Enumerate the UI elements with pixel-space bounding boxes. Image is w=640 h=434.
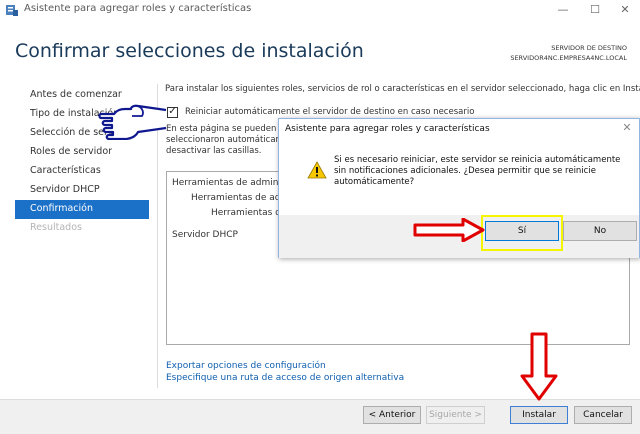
wizard-nav: Antes de comenzar Tipo de instalación Se… bbox=[15, 86, 149, 238]
info-text: En esta página se pueden m seleccionaron… bbox=[166, 124, 286, 157]
dialog-close-button[interactable]: ✕ bbox=[619, 121, 635, 135]
close-window-button[interactable]: ✕ bbox=[610, 0, 640, 20]
nav-divider bbox=[157, 84, 158, 388]
window-title: Asistente para agregar roles y caracterí… bbox=[24, 3, 252, 14]
alternate-source-link[interactable]: Especifique una ruta de acceso de origen… bbox=[166, 373, 404, 383]
destination-server: SERVIDOR4NC.EMPRESA4NC.LOCAL bbox=[510, 54, 627, 62]
list-item: Servidor DHCP bbox=[172, 230, 238, 240]
nav-item-before-you-begin[interactable]: Antes de comenzar bbox=[15, 86, 149, 105]
list-item: Herramientas de admi bbox=[191, 193, 292, 203]
info-line: En esta página se pueden m bbox=[166, 124, 286, 134]
minimize-button[interactable]: — bbox=[548, 0, 578, 20]
server-manager-icon bbox=[6, 5, 18, 16]
dialog-title: Asistente para agregar roles y caracterí… bbox=[285, 124, 490, 134]
maximize-button[interactable]: ☐ bbox=[580, 0, 610, 20]
page-title: Confirmar selecciones de instalación bbox=[15, 40, 364, 62]
list-item: Herramientas de administ bbox=[172, 178, 290, 188]
nav-item-confirmation[interactable]: Confirmación bbox=[15, 200, 149, 219]
restart-checkbox-label[interactable]: Reiniciar automáticamente el servidor de… bbox=[185, 107, 474, 117]
export-config-link[interactable]: Exportar opciones de configuración bbox=[166, 361, 326, 371]
info-line: seleccionaron automáticame bbox=[166, 135, 286, 145]
nav-item-server-selection[interactable]: Selección de servidor bbox=[15, 124, 149, 143]
destination-server-info: SERVIDOR DE DESTINO SERVIDOR4NC.EMPRESA4… bbox=[510, 43, 627, 63]
nav-item-installation-type[interactable]: Tipo de instalación bbox=[15, 105, 149, 124]
dialog-message: Si es necesario reiniciar, este servidor… bbox=[334, 155, 621, 187]
nav-item-results: Resultados bbox=[30, 222, 82, 233]
nav-item-features[interactable]: Características bbox=[15, 162, 149, 181]
nav-item-dhcp-server[interactable]: Servidor DHCP bbox=[15, 181, 149, 200]
dialog-body: Si es necesario reiniciar, este servidor… bbox=[281, 141, 637, 215]
info-line: desactivar las casillas. bbox=[166, 146, 262, 156]
cancel-button[interactable]: Cancelar bbox=[574, 406, 632, 424]
restart-confirm-dialog: Asistente para agregar roles y caracterí… bbox=[278, 118, 640, 258]
install-button[interactable]: Instalar bbox=[510, 406, 568, 424]
window-titlebar: Asistente para agregar roles y caracterí… bbox=[0, 0, 640, 20]
warning-icon bbox=[307, 161, 327, 179]
intro-text: Para instalar los siguientes roles, serv… bbox=[165, 84, 640, 94]
destination-label: SERVIDOR DE DESTINO bbox=[551, 44, 627, 52]
no-button[interactable]: No bbox=[563, 221, 637, 241]
restart-checkbox[interactable]: ✓ bbox=[167, 107, 178, 118]
yes-button[interactable]: Sí bbox=[485, 221, 559, 241]
dialog-footer: Sí No bbox=[279, 215, 639, 258]
back-button[interactable]: < Anterior bbox=[363, 406, 421, 424]
nav-item-server-roles[interactable]: Roles de servidor bbox=[15, 143, 149, 162]
next-button: Siguiente > bbox=[426, 406, 485, 424]
